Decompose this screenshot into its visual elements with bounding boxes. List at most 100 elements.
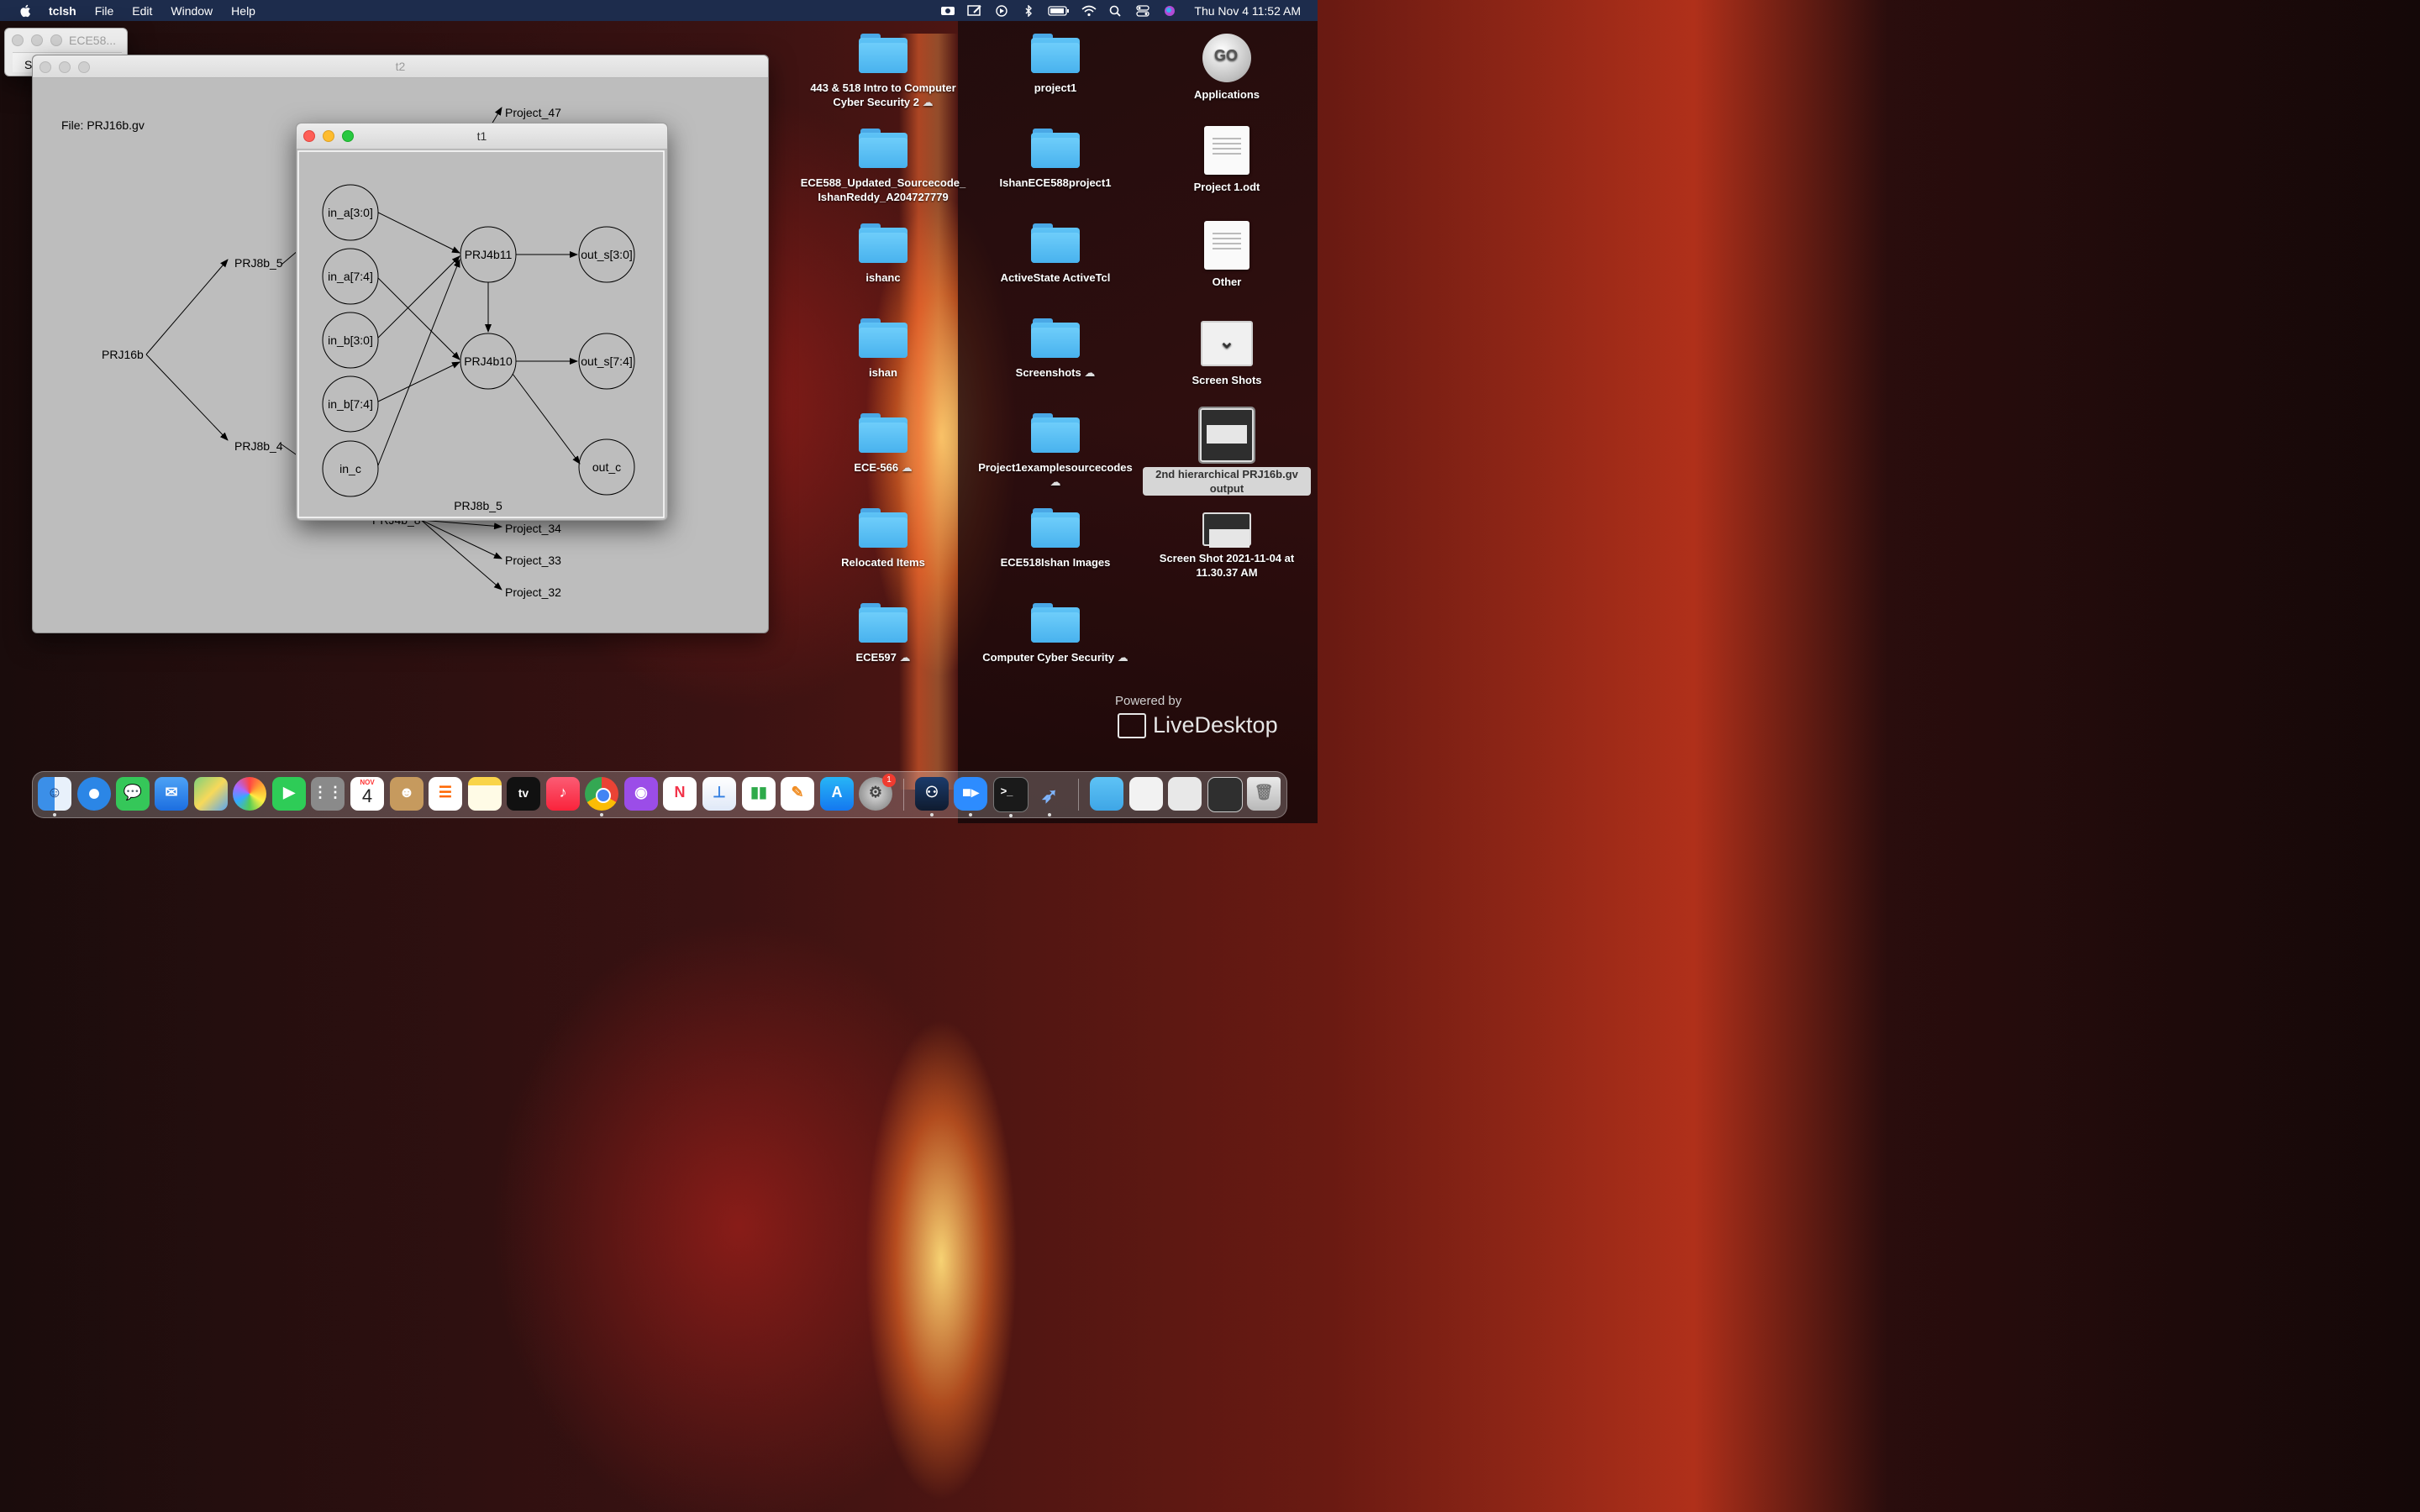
node-project-32[interactable]: Project_32 <box>505 585 561 599</box>
menu-app-name[interactable]: tclsh <box>49 4 76 18</box>
podcasts-icon[interactable]: ◉ <box>624 777 658 811</box>
desktop-item-project1examplesourcecodes[interactable]: Project1examplesourcecodes ☁ <box>971 413 1139 489</box>
node-prj8b-5[interactable]: PRJ8b_5 <box>234 256 283 270</box>
screenshot-stack2-icon[interactable] <box>1207 777 1243 812</box>
menu-edit[interactable]: Edit <box>132 4 152 18</box>
menu-clock[interactable]: Thu Nov 4 11:52 AM <box>1194 4 1301 18</box>
safari-icon[interactable] <box>77 777 111 811</box>
desktop-item-ishanc[interactable]: ishanc <box>799 223 967 285</box>
desktop-item-activetcl[interactable]: ActiveState ActiveTcl <box>971 223 1139 285</box>
desktop-item-screen-shots[interactable]: ⌄ Screen Shots <box>1143 321 1311 387</box>
node-in-c[interactable]: in_c <box>339 462 361 475</box>
folder-icon <box>1031 413 1080 454</box>
steam-icon[interactable]: ⚇ <box>915 777 949 816</box>
desktop-item-project1-odt[interactable]: Project 1.odt <box>1143 126 1311 194</box>
trash-icon[interactable]: 🗑 <box>1247 777 1281 811</box>
desktop-item-relocated-items[interactable]: Relocated Items <box>799 508 967 570</box>
battery-icon[interactable] <box>1048 5 1070 17</box>
desktop-item-ece518ishan-images[interactable]: ECE518Ishan Images <box>971 508 1139 570</box>
desktop-item-ece597[interactable]: ECE597 ☁ <box>799 603 967 664</box>
launchpad-icon[interactable]: ⋮⋮ <box>311 777 345 811</box>
folder-stack-icon[interactable] <box>1090 777 1123 811</box>
desktop-item-label: ECE518Ishan Images <box>1000 556 1111 569</box>
messages-icon[interactable]: 💬 <box>116 777 150 811</box>
edge-project32 <box>420 519 502 591</box>
desktop-item-2nd-hierarchical-output[interactable]: 2nd hierarchical PRJ16b.gv output <box>1143 407 1311 496</box>
control-center-icon[interactable] <box>1135 4 1150 17</box>
node-out-s-3-0[interactable]: out_s[3:0] <box>581 248 633 261</box>
screen-edit-icon[interactable] <box>967 4 982 17</box>
spotlight-search-icon[interactable] <box>1108 5 1123 17</box>
window-title: ECE58... <box>69 34 117 47</box>
t2-titlebar[interactable]: t2 <box>33 55 768 78</box>
bluetooth-icon[interactable] <box>1021 4 1036 17</box>
desktop-item-ishanece588project1[interactable]: IshanECE588project1 <box>971 129 1139 190</box>
menu-window[interactable]: Window <box>171 4 213 18</box>
news-icon[interactable]: N <box>663 777 697 811</box>
node-in-b-3-0[interactable]: in_b[3:0] <box>328 333 373 347</box>
desktop-item-other[interactable]: Other <box>1143 221 1311 289</box>
chrome-icon[interactable] <box>585 777 618 816</box>
t1-graph-caption: PRJ8b_5 <box>454 499 502 512</box>
terminal-icon[interactable]: >_ <box>993 777 1028 817</box>
appstore-icon[interactable]: A <box>820 777 854 811</box>
maps-icon[interactable] <box>194 777 228 811</box>
wifi-icon[interactable] <box>1081 5 1097 17</box>
node-prj4b10[interactable]: PRJ4b10 <box>464 354 513 368</box>
node-in-a-7-4[interactable]: in_a[7:4] <box>328 270 373 283</box>
facetime-icon[interactable]: ▶ <box>272 777 306 811</box>
t1-titlebar[interactable]: t1 <box>297 123 667 150</box>
contacts-icon[interactable]: ☻ <box>390 777 424 811</box>
node-in-b-7-4[interactable]: in_b[7:4] <box>328 397 373 411</box>
close-button[interactable] <box>12 34 24 46</box>
node-in-a-3-0[interactable]: in_a[3:0] <box>328 206 373 219</box>
desktop-item-project1[interactable]: project1 <box>971 34 1139 95</box>
node-prj8b-4[interactable]: PRJ8b_4 <box>234 439 283 453</box>
desktop-item-ece588-updated[interactable]: ECE588_Updated_Sourcecode_IshanReddy_A20… <box>799 129 967 204</box>
desktop-item-applications[interactable]: GO Applications <box>1143 34 1311 102</box>
node-out-s-7-4[interactable]: out_s[7:4] <box>581 354 633 368</box>
screenshot-stack-icon[interactable] <box>1168 777 1202 811</box>
t1-window[interactable]: t1 in_a[3:0] in_a[7:4] in_b[3:0] in_b[7:… <box>296 123 668 521</box>
node-project-47[interactable]: Project_47 <box>505 106 561 119</box>
camera-status-icon[interactable] <box>940 5 955 17</box>
desktop-item-screen-shot-2021[interactable]: Screen Shot 2021-11-04 at 11.30.37 AM <box>1143 512 1311 580</box>
notes-icon[interactable] <box>468 777 502 811</box>
node-out-c[interactable]: out_c <box>592 460 621 474</box>
desktop-item-computer-cyber-security[interactable]: Computer Cyber Security ☁ <box>971 603 1139 664</box>
maximize-button[interactable] <box>50 34 62 46</box>
finder-icon[interactable]: ☺ <box>38 777 71 816</box>
calendar-day: 4 <box>361 785 373 806</box>
photos-icon[interactable] <box>233 777 266 811</box>
zoom-icon[interactable]: ■▸ <box>954 777 987 816</box>
desktop-item-ece566[interactable]: ECE-566 ☁ <box>799 413 967 475</box>
cloud-icon: ☁ <box>899 651 911 664</box>
node-project-33[interactable]: Project_33 <box>505 554 561 567</box>
node-prj16b[interactable]: PRJ16b <box>102 348 144 361</box>
siri-icon[interactable] <box>1162 5 1177 17</box>
menu-file[interactable]: File <box>95 4 114 18</box>
desktop-item-screenshots[interactable]: Screenshots ☁ <box>971 318 1139 380</box>
keynote-icon[interactable]: ⊥ <box>702 777 736 811</box>
feather-icon[interactable]: ➶ <box>1033 777 1066 816</box>
node-prj4b11[interactable]: PRJ4b11 <box>465 248 513 261</box>
calendar-icon[interactable]: NOV 4 <box>350 777 384 811</box>
folder-icon <box>859 318 908 359</box>
node-project-34[interactable]: Project_34 <box>505 522 561 535</box>
numbers-icon[interactable]: ▮▮ <box>742 777 776 811</box>
minimize-button[interactable] <box>31 34 43 46</box>
appletv-icon[interactable]: tv <box>507 777 540 811</box>
pages-icon[interactable]: ✎ <box>781 777 814 811</box>
cloud-icon: ☁ <box>1050 475 1061 488</box>
music-icon[interactable]: ♪ <box>546 777 580 811</box>
folder-alias-icon <box>859 508 908 549</box>
doc-stack-icon[interactable] <box>1129 777 1163 811</box>
mail-icon[interactable]: ✉ <box>155 777 188 811</box>
apple-icon[interactable] <box>18 3 34 18</box>
reminders-icon[interactable]: ☰ <box>429 777 462 811</box>
menu-help[interactable]: Help <box>231 4 255 18</box>
system-preferences-icon[interactable]: ⚙ 1 <box>859 774 896 811</box>
play-status-icon[interactable] <box>994 4 1009 17</box>
desktop-item-intro-cyber-security[interactable]: 443 & 518 Intro to Computer Cyber Securi… <box>799 34 967 109</box>
desktop-item-ishan[interactable]: ishan <box>799 318 967 380</box>
